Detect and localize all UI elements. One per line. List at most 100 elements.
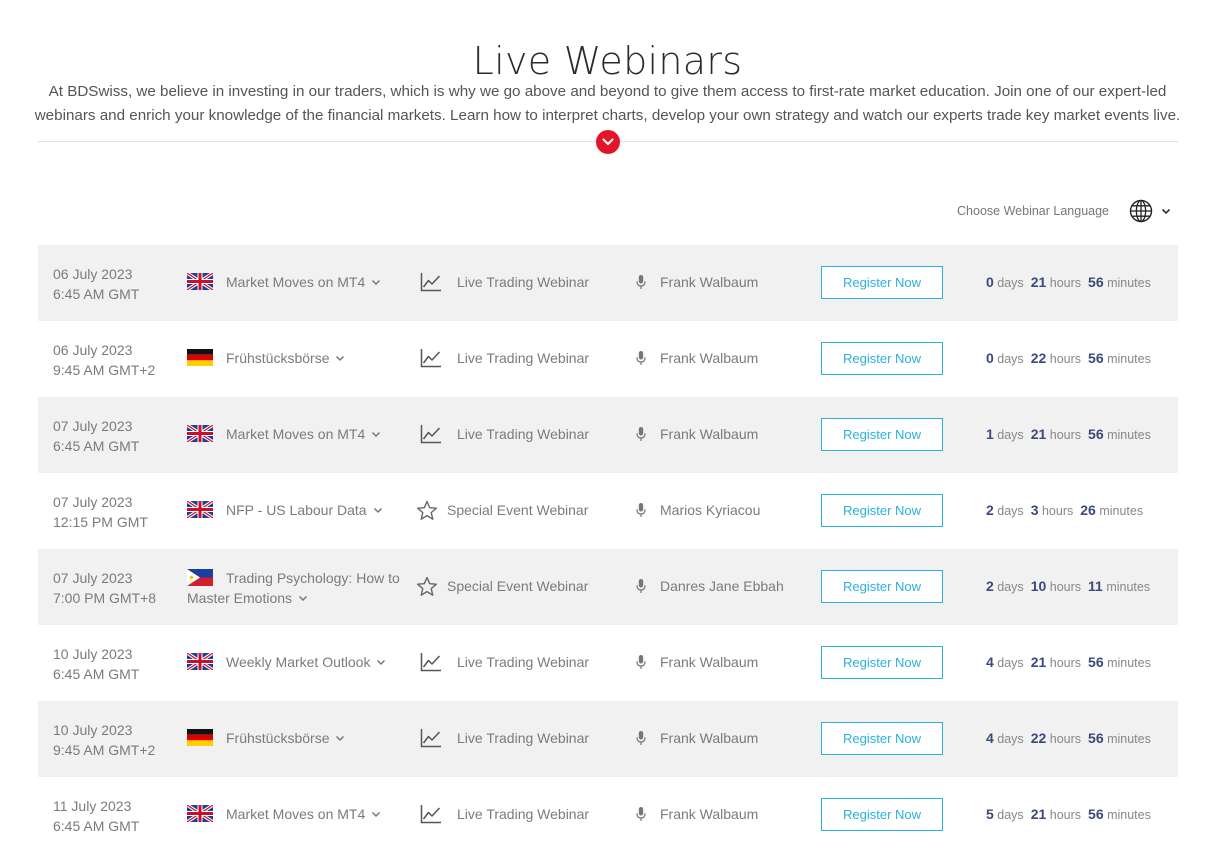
register-now-button[interactable]: Register Now (821, 798, 943, 831)
webinar-host: Frank Walbaum (636, 804, 758, 824)
expand-intro-button[interactable] (596, 130, 620, 154)
webinar-topic[interactable]: Market Moves on MT4 (186, 271, 412, 293)
register-now-button[interactable]: Register Now (821, 266, 943, 299)
uk-flag-icon (186, 271, 214, 292)
webinar-host-name: Frank Walbaum (660, 654, 759, 670)
webinar-date: 07 July 2023 (53, 570, 133, 586)
webinar-date: 07 July 2023 (53, 418, 133, 434)
register-now-button[interactable]: Register Now (821, 494, 943, 527)
countdown-days: 0 (986, 274, 994, 290)
chevron-down-icon[interactable] (371, 423, 381, 443)
chevron-down-icon[interactable] (371, 271, 381, 291)
webinar-table: 06 July 2023 6:45 AM GMT Market Moves on … (38, 245, 1178, 853)
countdown-hours-unit: hours (1049, 656, 1082, 670)
webinar-type: Live Trading Webinar (420, 272, 589, 292)
webinar-date: 06 July 2023 (53, 266, 133, 282)
line-chart-icon (420, 728, 442, 748)
webinar-topic[interactable]: Trading Psychology: How to Master Emotio… (187, 568, 412, 609)
star-icon (416, 500, 438, 520)
webinar-time: 6:45 AM GMT (53, 818, 140, 834)
countdown-hours-unit: hours (1049, 428, 1082, 442)
webinar-topic-label: Market Moves on MT4 (226, 274, 366, 290)
countdown-days-unit: days (997, 732, 1024, 746)
register-now-button[interactable]: Register Now (821, 418, 943, 451)
countdown-days-unit: days (997, 504, 1024, 518)
webinar-topic[interactable]: Frühstücksbörse (187, 348, 412, 369)
chevron-down-icon[interactable] (373, 499, 383, 519)
webinar-type-label: Live Trading Webinar (457, 730, 590, 746)
webinar-host: Frank Walbaum (636, 424, 758, 444)
countdown-days: 2 (986, 578, 994, 594)
webinar-type: Live Trading Webinar (420, 804, 589, 824)
line-chart-icon (420, 652, 442, 672)
webinar-host: Marios Kyriacou (636, 500, 760, 520)
germany-flag-icon (187, 348, 213, 366)
countdown-minutes-unit: minutes (1107, 656, 1151, 670)
webinar-datetime: 07 July 2023 12:15 PM GMT (53, 492, 148, 532)
countdown-days-unit: days (997, 580, 1024, 594)
webinar-host: Frank Walbaum (636, 348, 758, 368)
table-row: 10 July 2023 6:45 AM GMT Weekly Market Ou… (38, 625, 1178, 701)
webinar-type: Live Trading Webinar (420, 348, 589, 368)
countdown-minutes-unit: minutes (1099, 504, 1144, 518)
chevron-down-icon[interactable] (376, 651, 386, 671)
webinar-date: 10 July 2023 (53, 646, 133, 662)
countdown-hours-unit: hours (1049, 732, 1082, 746)
line-chart-icon (420, 348, 442, 368)
countdown-days: 2 (986, 502, 994, 518)
chevron-down-icon[interactable] (335, 727, 345, 747)
webinar-time: 6:45 AM GMT (53, 438, 140, 454)
webinar-time: 9:45 AM GMT+2 (53, 742, 156, 758)
chevron-down-icon[interactable] (1161, 208, 1171, 215)
countdown-hours: 21 (1030, 426, 1047, 442)
webinar-topic-label: Frühstücksbörse (226, 730, 330, 746)
language-label: Choose Webinar Language (957, 204, 1109, 218)
webinar-topic-label: Frühstücksbörse (226, 350, 330, 366)
line-chart-icon (420, 272, 442, 292)
webinar-topic[interactable]: Market Moves on MT4 (186, 423, 412, 445)
countdown-days: 1 (986, 426, 994, 442)
microphone-icon (636, 730, 646, 746)
webinar-datetime: 10 July 2023 9:45 AM GMT+2 (53, 720, 155, 760)
countdown-hours: 3 (1030, 502, 1039, 518)
chevron-down-icon[interactable] (298, 587, 308, 607)
webinar-topic[interactable]: Frühstücksbörse (187, 728, 412, 749)
webinar-host: Frank Walbaum (636, 728, 758, 748)
webinar-time: 6:45 AM GMT (53, 286, 140, 302)
countdown-minutes: 26 (1080, 502, 1096, 518)
table-row: 06 July 2023 6:45 AM GMT Market Moves on … (38, 245, 1178, 321)
countdown-minutes: 56 (1088, 274, 1104, 290)
webinar-type: Live Trading Webinar (420, 652, 589, 672)
webinar-topic[interactable]: NFP - US Labour Data (186, 499, 412, 521)
webinar-host-name: Frank Walbaum (660, 730, 759, 746)
language-selector[interactable]: Choose Webinar Language (957, 199, 1171, 223)
globe-icon[interactable] (1129, 199, 1153, 223)
webinar-topic[interactable]: Market Moves on MT4 (186, 803, 412, 825)
register-now-button[interactable]: Register Now (821, 570, 943, 603)
chevron-down-icon[interactable] (371, 803, 381, 823)
webinar-datetime: 06 July 2023 6:45 AM GMT (53, 264, 139, 304)
register-now-button[interactable]: Register Now (821, 646, 943, 679)
webinar-host-name: Danres Jane Ebbah (660, 578, 784, 594)
table-row: 07 July 2023 7:00 PM GMT+8 Trading Psycho… (38, 549, 1178, 625)
table-row: 10 July 2023 9:45 AM GMT+2 Frühstücksbörs… (38, 701, 1178, 777)
register-now-button[interactable]: Register Now (821, 342, 943, 375)
countdown-hours: 22 (1030, 350, 1047, 366)
webinar-date: 06 July 2023 (53, 342, 133, 358)
countdown-days-unit: days (997, 808, 1024, 822)
chevron-down-icon[interactable] (335, 347, 345, 367)
webinar-type: Special Event Webinar (417, 576, 588, 596)
webinar-topic-label: Weekly Market Outlook (226, 654, 371, 670)
register-now-button[interactable]: Register Now (821, 722, 943, 755)
webinar-topic-label: Market Moves on MT4 (226, 806, 366, 822)
webinar-time: 7:00 PM GMT+8 (53, 590, 157, 606)
star-icon (416, 576, 438, 596)
countdown-days: 5 (986, 806, 994, 822)
webinar-host-name: Frank Walbaum (660, 274, 759, 290)
intro-text: At BDSwiss, we believe in investing in o… (0, 80, 1215, 128)
microphone-icon (636, 578, 646, 594)
line-chart-icon (420, 424, 442, 444)
table-row: 07 July 2023 6:45 AM GMT Market Moves on … (38, 397, 1178, 473)
webinar-type-label: Live Trading Webinar (457, 426, 590, 442)
webinar-topic[interactable]: Weekly Market Outlook (186, 651, 412, 673)
